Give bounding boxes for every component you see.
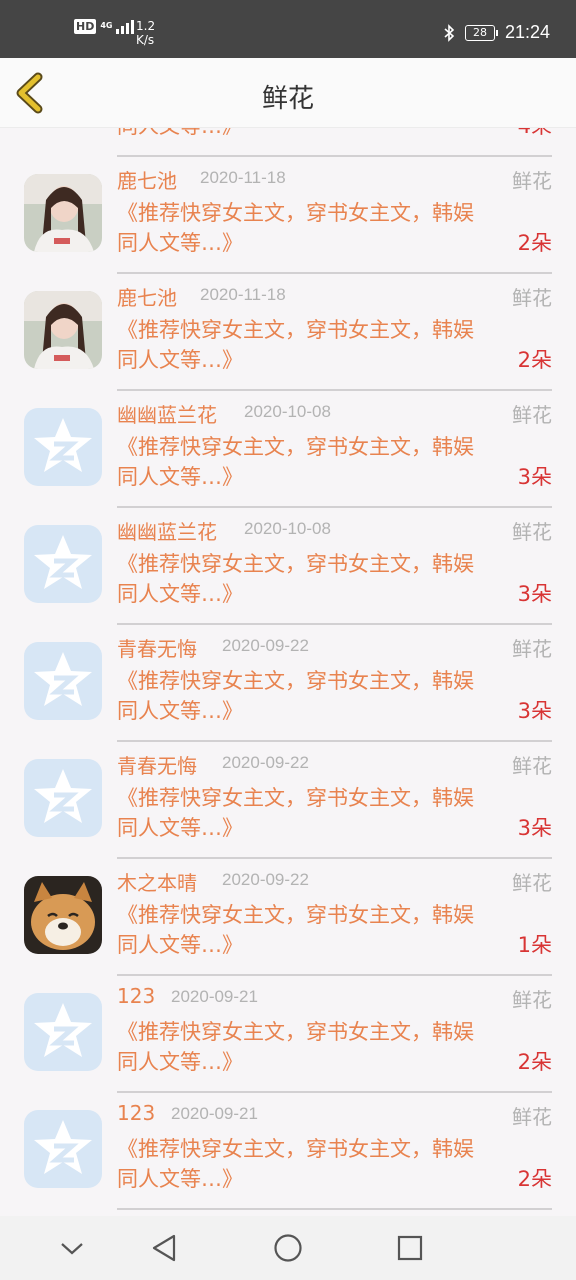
item-gift-type: 鲜花 <box>512 520 552 544</box>
item-date: 2020-09-21 <box>171 1104 258 1123</box>
item-count: 4朵 <box>518 128 552 140</box>
item-book-title-line2: 同人文等…》 <box>117 465 243 489</box>
list-item[interactable]: 幽幽蓝兰花 2020-10-08 鲜花 《推荐快穿女主文，穿书女主文，韩娱 同人… <box>0 508 576 625</box>
item-gift-type: 鲜花 <box>512 988 552 1012</box>
item-username: 青春无悔 <box>117 754 197 778</box>
recents-square-icon <box>397 1235 423 1261</box>
nav-recents-button[interactable] <box>392 1230 428 1266</box>
item-book-title-line1: 《推荐快穿女主文，穿书女主文，韩娱 <box>117 1020 474 1044</box>
item-count: 3朵 <box>517 699 552 723</box>
item-gift-type: 鲜花 <box>512 286 552 310</box>
item-book-title-line1: 《推荐快穿女主文，穿书女主文，韩娱 <box>117 786 474 810</box>
hd-badge: HD <box>74 18 97 34</box>
item-book-title-line2: 同人文等…》 <box>117 231 243 255</box>
item-date: 2020-11-18 <box>200 285 286 304</box>
item-book-title-line2: 同人文等…》 <box>117 1167 243 1191</box>
network-type: 4G <box>100 21 113 30</box>
item-username: 青春无悔 <box>117 637 197 661</box>
battery-icon: 28 <box>464 24 498 41</box>
item-book-title-line2: 同人文等…》 <box>117 582 243 606</box>
item-username: 123 <box>117 984 156 1008</box>
avatar <box>24 993 102 1071</box>
back-triangle-icon <box>152 1234 176 1262</box>
item-gift-type: 鲜花 <box>512 169 552 193</box>
nav-back-button[interactable] <box>146 1230 182 1266</box>
item-book-title-line2: 同人文等…》 <box>117 348 243 372</box>
list-item[interactable]: 鹿七池 2020-11-18 鲜花 《推荐快穿女主文，穿书女主文，韩娱 同人文等… <box>0 157 576 274</box>
item-count: 2朵 <box>517 348 552 372</box>
item-date: 2020-09-21 <box>171 987 258 1006</box>
item-count: 3朵 <box>517 582 552 606</box>
speed-unit: K/s <box>136 33 155 47</box>
list-item[interactable]: 同人文等…》 4朵 <box>0 128 576 157</box>
item-book-title-line1: 《推荐快穿女主文，穿书女主文，韩娱 <box>117 903 474 927</box>
item-gift-type: 鲜花 <box>512 403 552 427</box>
item-book-title-line2: 同人文等…》 <box>117 128 243 140</box>
item-date: 2020-09-22 <box>222 636 309 655</box>
list-item[interactable]: 123 2020-09-21 鲜花 《推荐快穿女主文，穿书女主文，韩娱 同人文等… <box>0 1093 576 1210</box>
network-speed: 1.2 K/s <box>136 19 155 47</box>
item-count: 1朵 <box>517 933 552 957</box>
list-item[interactable]: 青春无悔 2020-09-22 鲜花 《推荐快穿女主文，穿书女主文，韩娱 同人文… <box>0 742 576 859</box>
item-gift-type: 鲜花 <box>512 1105 552 1129</box>
item-gift-type: 鲜花 <box>512 754 552 778</box>
signal-icon <box>116 18 135 34</box>
item-gift-type: 鲜花 <box>512 871 552 895</box>
item-book-title-line2: 同人文等…》 <box>117 933 243 957</box>
item-gift-type: 鲜花 <box>512 637 552 661</box>
speed-value: 1.2 <box>136 19 156 33</box>
item-username: 123 <box>117 1101 156 1125</box>
item-book-title-line1: 《推荐快穿女主文，穿书女主文，韩娱 <box>117 318 474 342</box>
status-bar: HD 4G 1.2 K/s 28 21:24 <box>0 0 576 58</box>
list-item[interactable]: 木之本晴 2020-09-22 鲜花 《推荐快穿女主文，穿书女主文，韩娱 同人文… <box>0 859 576 976</box>
clock: 21:24 <box>504 22 550 42</box>
item-book-title-line1: 《推荐快穿女主文，穿书女主文，韩娱 <box>117 1137 474 1161</box>
item-count: 2朵 <box>517 231 552 255</box>
flower-list[interactable]: 同人文等…》 4朵 鹿七池 2020-11-18 鲜花 《推荐快穿女主文，穿书女… <box>0 128 576 1216</box>
network-indicators: HD 4G <box>74 18 135 34</box>
nav-home-button[interactable] <box>270 1230 306 1266</box>
list-item[interactable]: 幽幽蓝兰花 2020-10-08 鲜花 《推荐快穿女主文，穿书女主文，韩娱 同人… <box>0 391 576 508</box>
list-item[interactable]: 鹿七池 2020-11-18 鲜花 《推荐快穿女主文，穿书女主文，韩娱 同人文等… <box>0 274 576 391</box>
item-username: 鹿七池 <box>117 286 177 310</box>
item-username: 木之本晴 <box>117 871 197 895</box>
item-count: 3朵 <box>517 816 552 840</box>
item-book-title-line1: 《推荐快穿女主文，穿书女主文，韩娱 <box>117 552 474 576</box>
item-book-title-line1: 《推荐快穿女主文，穿书女主文，韩娱 <box>117 201 474 225</box>
avatar <box>24 525 102 603</box>
item-count: 3朵 <box>517 465 552 489</box>
item-book-title-line2: 同人文等…》 <box>117 1050 243 1074</box>
item-book-title-line2: 同人文等…》 <box>117 816 243 840</box>
item-book-title-line2: 同人文等…》 <box>117 699 243 723</box>
item-date: 2020-09-22 <box>222 870 309 889</box>
home-circle-icon <box>274 1234 302 1262</box>
chevron-down-icon <box>61 1243 83 1255</box>
item-date: 2020-11-18 <box>200 168 286 187</box>
bluetooth-icon <box>443 23 455 42</box>
item-book-title-line1: 《推荐快穿女主文，穿书女主文，韩娱 <box>117 435 474 459</box>
list-item[interactable]: 青春无悔 2020-09-22 鲜花 《推荐快穿女主文，穿书女主文，韩娱 同人文… <box>0 625 576 742</box>
item-username: 鹿七池 <box>117 169 177 193</box>
item-count: 2朵 <box>517 1167 552 1191</box>
page-title: 鲜花 <box>261 84 314 114</box>
avatar <box>24 876 102 954</box>
avatar <box>24 408 102 486</box>
item-username: 幽幽蓝兰花 <box>117 403 217 427</box>
item-username: 幽幽蓝兰花 <box>117 520 217 544</box>
avatar <box>24 759 102 837</box>
item-date: 2020-10-08 <box>244 402 331 421</box>
app-header: 鲜花 <box>0 58 576 128</box>
avatar <box>24 174 102 252</box>
avatar <box>24 642 102 720</box>
avatar <box>24 1110 102 1188</box>
system-nav-bar <box>0 1216 576 1280</box>
item-date: 2020-09-22 <box>222 753 309 772</box>
item-book-title-line1: 《推荐快穿女主文，穿书女主文，韩娱 <box>117 669 474 693</box>
avatar <box>24 291 102 369</box>
item-date: 2020-10-08 <box>244 519 331 538</box>
nav-hide-button[interactable] <box>54 1230 90 1266</box>
item-count: 2朵 <box>517 1050 552 1074</box>
list-item[interactable]: 123 2020-09-21 鲜花 《推荐快穿女主文，穿书女主文，韩娱 同人文等… <box>0 976 576 1093</box>
